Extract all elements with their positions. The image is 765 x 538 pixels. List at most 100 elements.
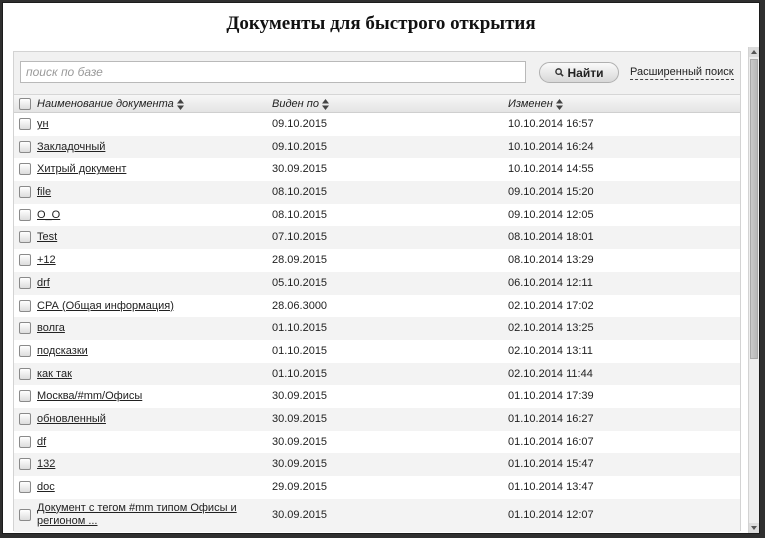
row-checkbox[interactable]: [19, 254, 31, 267]
row-checkbox[interactable]: [19, 508, 31, 521]
table-row: Закладочный 09.10.2015 10.10.2014 16:24: [14, 135, 740, 159]
modified-date: 02.10.2014 17:02: [508, 299, 594, 312]
row-checkbox[interactable]: [19, 390, 31, 403]
documents-table: Наименование документа Виден по Изменен …: [14, 94, 740, 532]
modified-date: 08.10.2014 18:01: [508, 231, 594, 244]
scroll-down-arrow-icon[interactable]: [749, 523, 759, 533]
table-row: Хитрый документ 30.09.2015 10.10.2014 14:5…: [14, 158, 740, 181]
modified-date: 10.10.2014 14:55: [508, 163, 594, 176]
seen-until: 28.09.2015: [272, 254, 328, 267]
modified-date: 09.10.2014 15:20: [508, 186, 594, 199]
table-row: doc 29.09.2015 01.10.2014 13:47: [14, 476, 740, 499]
modified-date: 01.10.2014 15:47: [508, 458, 594, 471]
table-row: 132 30.09.2015 01.10.2014 15:47: [14, 453, 740, 476]
document-link[interactable]: как так: [37, 368, 72, 380]
column-header-seen[interactable]: Виден по: [272, 98, 329, 110]
document-link[interactable]: doc: [37, 481, 55, 493]
document-link[interactable]: +12: [37, 254, 56, 266]
row-checkbox[interactable]: [19, 231, 31, 244]
row-checkbox[interactable]: [19, 140, 31, 153]
dialog-title: Документы для быстрого открытия: [226, 13, 536, 34]
table-row: Документ с тегом #mm типом Офисы и регио…: [14, 498, 740, 532]
table-row: волга 01.10.2015 02.10.2014 13:25: [14, 317, 740, 340]
column-header-modified[interactable]: Изменен: [508, 98, 563, 110]
seen-until: 01.10.2015: [272, 322, 328, 335]
document-link[interactable]: О_О: [37, 209, 60, 221]
document-link[interactable]: обновленный: [37, 413, 106, 425]
table-row: О_О 08.10.2015 09.10.2014 12:05: [14, 204, 740, 227]
scroll-thumb[interactable]: [750, 59, 758, 359]
seen-until: 01.10.2015: [272, 367, 328, 380]
modified-date: 06.10.2014 12:11: [508, 276, 593, 289]
seen-until: 08.10.2015: [272, 208, 328, 221]
find-button-label: Найти: [567, 65, 604, 80]
select-all-checkbox[interactable]: [19, 98, 31, 110]
modified-date: 02.10.2014 13:11: [508, 344, 593, 357]
sort-icon: [321, 98, 329, 110]
quick-open-dialog: Документы для быстрого открытия Найти Ра…: [2, 2, 760, 534]
row-checkbox[interactable]: [19, 367, 31, 380]
find-button[interactable]: Найти: [539, 62, 619, 83]
search-icon: [554, 68, 564, 77]
row-checkbox[interactable]: [19, 276, 31, 289]
seen-until: 08.10.2015: [272, 186, 328, 199]
document-link[interactable]: волга: [37, 322, 65, 334]
row-checkbox[interactable]: [19, 412, 31, 425]
document-link[interactable]: 132: [37, 458, 55, 470]
row-checkbox[interactable]: [19, 208, 31, 221]
documents-panel: Найти Расширенный поиск Наименование док…: [13, 51, 741, 532]
sort-icon: [176, 98, 184, 110]
modified-date: 08.10.2014 13:29: [508, 254, 594, 267]
document-link[interactable]: СРА (Общая информация): [37, 300, 174, 312]
document-link[interactable]: file: [37, 186, 51, 198]
document-link[interactable]: Документ с тегом #mm типом Офисы и регио…: [37, 502, 247, 528]
document-link[interactable]: подсказки: [37, 345, 88, 357]
row-checkbox[interactable]: [19, 481, 31, 493]
seen-until: 09.10.2015: [272, 118, 328, 130]
modified-date: 01.10.2014 16:27: [508, 412, 594, 425]
row-checkbox[interactable]: [19, 118, 31, 130]
seen-until: 05.10.2015: [272, 276, 328, 289]
document-link[interactable]: Москва/#mm/Офисы: [37, 390, 142, 402]
search-input[interactable]: [20, 61, 526, 83]
vertical-scrollbar[interactable]: [748, 47, 759, 533]
row-checkbox[interactable]: [19, 322, 31, 335]
modified-date: 02.10.2014 11:44: [508, 367, 593, 380]
row-checkbox[interactable]: [19, 163, 31, 176]
modified-date: 02.10.2014 13:25: [508, 322, 594, 335]
document-link[interactable]: Test: [37, 231, 57, 243]
modified-date: 01.10.2014 16:07: [508, 435, 594, 448]
table-row: drf 05.10.2015 06.10.2014 12:11: [14, 271, 740, 295]
scroll-up-arrow-icon[interactable]: [749, 47, 759, 57]
document-link[interactable]: Закладочный: [37, 141, 105, 153]
seen-until: 09.10.2015: [272, 140, 328, 153]
document-link[interactable]: ун: [37, 118, 49, 130]
row-checkbox[interactable]: [19, 299, 31, 312]
seen-until: 07.10.2015: [272, 231, 328, 244]
row-checkbox[interactable]: [19, 435, 31, 448]
modified-date: 01.10.2014 12:07: [508, 508, 594, 521]
row-checkbox[interactable]: [19, 186, 31, 199]
row-checkbox[interactable]: [19, 458, 31, 471]
seen-until: 01.10.2015: [272, 344, 328, 357]
seen-until: 30.09.2015: [272, 412, 328, 425]
document-link[interactable]: df: [37, 436, 46, 448]
seen-until: 30.09.2015: [272, 390, 328, 403]
table-row: ун 09.10.2015 10.10.2014 16:57: [14, 113, 740, 136]
modified-date: 01.10.2014 13:47: [508, 481, 594, 493]
modified-date: 10.10.2014 16:57: [508, 118, 594, 130]
document-link[interactable]: Хитрый документ: [37, 163, 126, 175]
row-checkbox[interactable]: [19, 344, 31, 357]
seen-until: 30.09.2015: [272, 458, 328, 471]
table-row: +12 28.09.2015 08.10.2014 13:29: [14, 249, 740, 272]
advanced-search-link[interactable]: Расширенный поиск: [630, 66, 734, 80]
document-link[interactable]: drf: [37, 277, 50, 289]
seen-until: 30.09.2015: [272, 435, 328, 448]
table-row: подсказки 01.10.2015 02.10.2014 13:11: [14, 340, 740, 363]
sort-icon: [555, 98, 563, 110]
table-row: Test 07.10.2015 08.10.2014 18:01: [14, 226, 740, 250]
column-header-name[interactable]: Наименование документа: [37, 98, 184, 110]
modified-date: 09.10.2014 12:05: [508, 208, 594, 221]
table-row: file 08.10.2015 09.10.2014 15:20: [14, 181, 740, 204]
seen-until: 30.09.2015: [272, 163, 328, 176]
